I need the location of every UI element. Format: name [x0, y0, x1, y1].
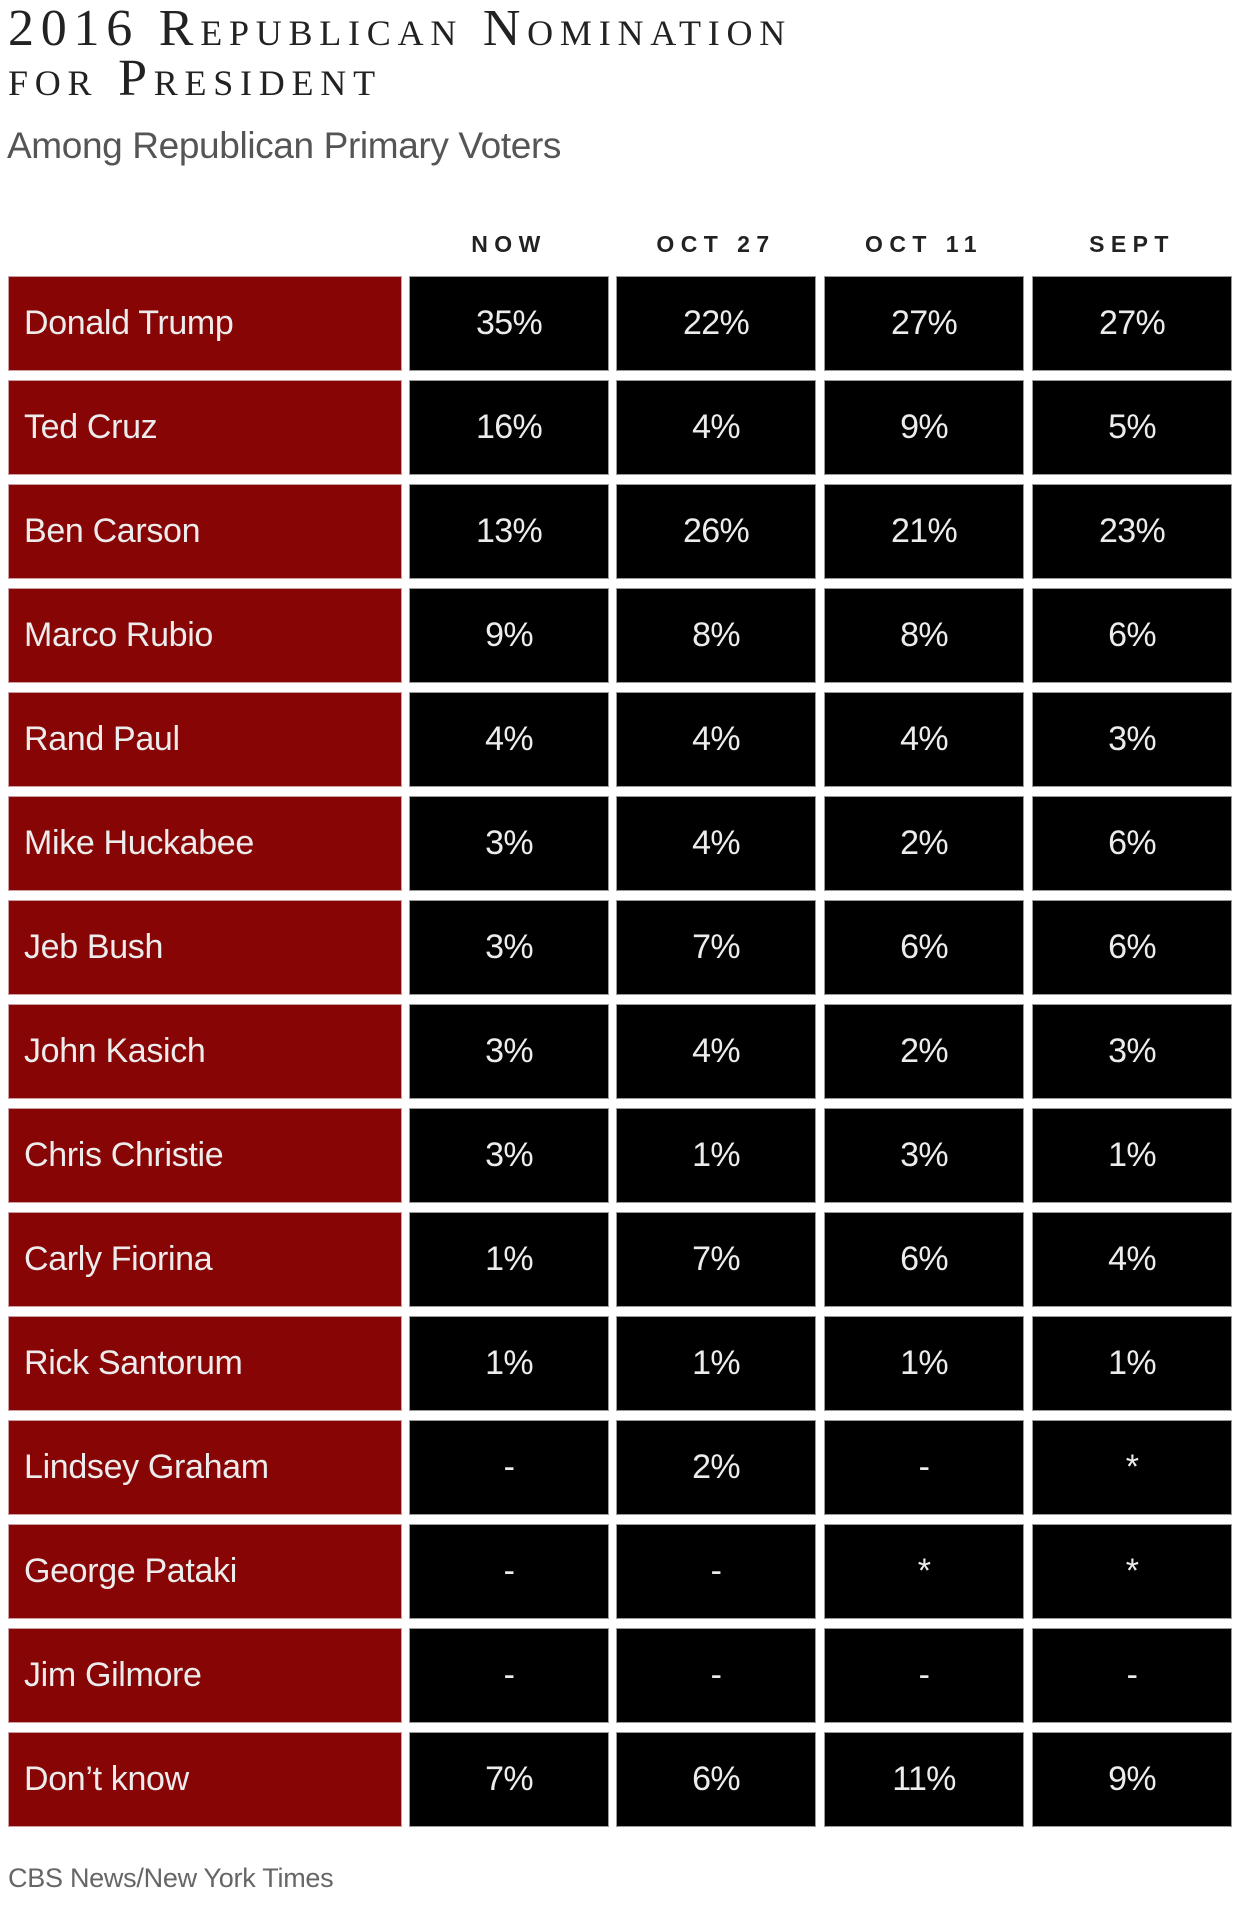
column-header-now: NOW — [471, 231, 547, 257]
value-cell: 7% — [616, 900, 816, 995]
value-cell: 1% — [409, 1212, 609, 1307]
candidate-name-cell: Donald Trump — [8, 276, 402, 371]
candidate-name-cell: Rand Paul — [8, 692, 402, 787]
candidate-name-cell: Jeb Bush — [8, 900, 402, 995]
value-cell: 35% — [409, 276, 609, 371]
value-cell: 13% — [409, 484, 609, 579]
value-cell: 2% — [824, 796, 1024, 891]
value-cell: 23% — [1032, 484, 1232, 579]
value-cell: - — [616, 1628, 816, 1723]
value-cell: - — [409, 1524, 609, 1619]
table-row: Jim Gilmore - - - - — [0, 1628, 1240, 1723]
value-cell: 8% — [616, 588, 816, 683]
column-header-oct-27: OCT 27 — [656, 231, 776, 257]
value-cell: - — [1032, 1628, 1232, 1723]
value-cell: 6% — [616, 1732, 816, 1827]
candidate-name-cell: Lindsey Graham — [8, 1420, 402, 1515]
value-cell: 4% — [616, 380, 816, 475]
value-cell: 6% — [824, 1212, 1024, 1307]
value-cell: 1% — [1032, 1316, 1232, 1411]
value-cell: 6% — [824, 900, 1024, 995]
value-cell: 4% — [616, 692, 816, 787]
value-cell: 5% — [1032, 380, 1232, 475]
candidate-name-cell: Ben Carson — [8, 484, 402, 579]
chart-subtitle: Among Republican Primary Voters — [7, 125, 562, 166]
value-cell: 3% — [824, 1108, 1024, 1203]
source-credit: CBS News/New York Times — [8, 1863, 334, 1893]
value-cell: - — [616, 1524, 816, 1619]
value-cell: 9% — [824, 380, 1024, 475]
value-cell: 22% — [616, 276, 816, 371]
table-row: Rick Santorum 1% 1% 1% 1% — [0, 1316, 1240, 1411]
candidate-name-cell: John Kasich — [8, 1004, 402, 1099]
value-cell: 7% — [409, 1732, 609, 1827]
value-cell: 3% — [1032, 1004, 1232, 1099]
column-header-sept: SEPT — [1089, 231, 1175, 257]
value-cell: 27% — [1032, 276, 1232, 371]
candidate-name-cell: Mike Huckabee — [8, 796, 402, 891]
value-cell: 3% — [409, 900, 609, 995]
column-header-oct-11: OCT 11 — [865, 231, 983, 257]
table-row: Lindsey Graham -2% - * — [0, 1420, 1240, 1515]
candidate-name-cell: Carly Fiorina — [8, 1212, 402, 1307]
value-cell: 26% — [616, 484, 816, 579]
candidate-name-cell: Don’t know — [8, 1732, 402, 1827]
table-row: Mike Huckabee 3% 4% 2% 6% — [0, 796, 1240, 891]
value-cell: - — [409, 1628, 609, 1723]
table-row: Don’t know 7% 6% 11% 9% — [0, 1732, 1240, 1827]
value-cell: 7% — [616, 1212, 816, 1307]
value-cell: 2% — [616, 1420, 816, 1515]
value-cell: 8% — [824, 588, 1024, 683]
value-cell: * — [824, 1524, 1024, 1619]
value-cell: 2% — [824, 1004, 1024, 1099]
value-cell: 6% — [1032, 588, 1232, 683]
value-cell: 3% — [409, 796, 609, 891]
value-cell: 3% — [409, 1004, 609, 1099]
value-cell: 9% — [409, 588, 609, 683]
candidate-name-cell: Rick Santorum — [8, 1316, 402, 1411]
value-cell: - — [824, 1628, 1024, 1723]
candidate-name-cell: Jim Gilmore — [8, 1628, 402, 1723]
value-cell: 6% — [1032, 796, 1232, 891]
value-cell: 4% — [616, 1004, 816, 1099]
table-row: Rand Paul 4% 4% 4% 3% — [0, 692, 1240, 787]
table-row: John Kasich 3% 4% 2% 3% — [0, 1004, 1240, 1099]
value-cell: 9% — [1032, 1732, 1232, 1827]
value-cell: 16% — [409, 380, 609, 475]
table-row: George Pataki - - * * — [0, 1524, 1240, 1619]
table-row: Ted Cruz 16% 4% 9% 5% — [0, 380, 1240, 475]
candidate-name-cell: Marco Rubio — [8, 588, 402, 683]
value-cell: * — [1032, 1420, 1232, 1515]
chart-title-line-2: for President — [8, 50, 382, 107]
value-cell: 4% — [1032, 1212, 1232, 1307]
value-cell: 4% — [409, 692, 609, 787]
value-cell: 4% — [616, 796, 816, 891]
table-row: Ben Carson 13% 26% 21% 23% — [0, 484, 1240, 579]
value-cell: 1% — [616, 1316, 816, 1411]
value-cell: 3% — [409, 1108, 609, 1203]
chart-title: 2016 Republican Nomination for President — [8, 0, 1008, 107]
value-cell: 27% — [824, 276, 1024, 371]
table-row: Marco Rubio 9% 8% 8% 6% — [0, 588, 1240, 683]
value-cell: - — [824, 1420, 1024, 1515]
value-cell: 1% — [1032, 1108, 1232, 1203]
candidate-name-cell: Ted Cruz — [8, 380, 402, 475]
candidate-name-cell: Chris Christie — [8, 1108, 402, 1203]
table-row: Donald Trump 35% 22% 27% 27% — [0, 276, 1240, 371]
value-cell: 6% — [1032, 900, 1232, 995]
value-cell: * — [1032, 1524, 1232, 1619]
value-cell: 1% — [824, 1316, 1024, 1411]
table-row: Chris Christie 3% 1% 3% 1% — [0, 1108, 1240, 1203]
candidate-name-cell: George Pataki — [8, 1524, 402, 1619]
value-cell: 4% — [824, 692, 1024, 787]
value-cell: 21% — [824, 484, 1024, 579]
value-cell: 11% — [824, 1732, 1024, 1827]
value-cell: 1% — [409, 1316, 609, 1411]
chart-title-line-1: 2016 Republican Nomination — [8, 0, 792, 57]
table-row: Carly Fiorina 1% 7% 6% 4% — [0, 1212, 1240, 1307]
table-row: Jeb Bush 3% 7% 6% 6% — [0, 900, 1240, 995]
value-cell: 1% — [616, 1108, 816, 1203]
value-cell: 3% — [1032, 692, 1232, 787]
value-cell: - — [409, 1420, 609, 1515]
